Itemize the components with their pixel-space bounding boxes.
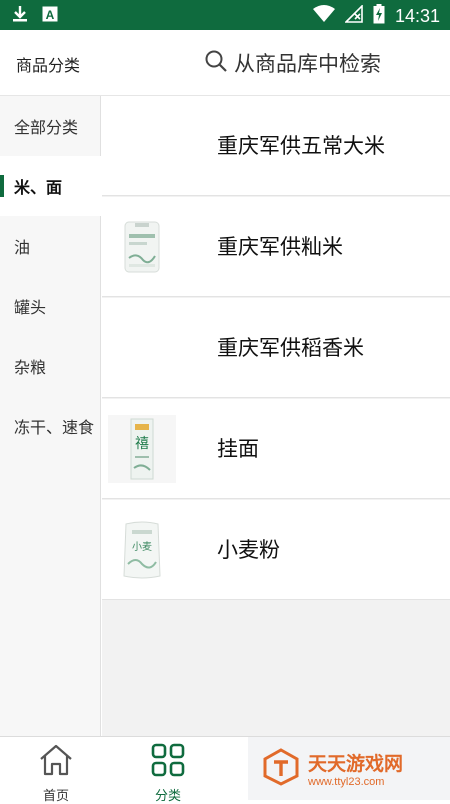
- wifi-icon: [312, 5, 335, 27]
- sidebar-item-grains[interactable]: 杂粮: [0, 336, 101, 396]
- tab-category-label: 分类: [154, 789, 181, 804]
- sidebar-item-oil[interactable]: 油: [0, 216, 101, 276]
- svg-text:小麦: 小麦: [132, 541, 152, 553]
- product-image: [108, 112, 176, 180]
- signal-icon: [344, 4, 363, 27]
- watermark-url: www.ttyl23.com: [308, 776, 385, 788]
- svg-text:A: A: [46, 8, 55, 22]
- category-sidebar: 全部分类 米、面 油 罐头 杂粮 冻干、速食: [0, 96, 101, 736]
- search-input[interactable]: 从商品库中检索: [234, 48, 381, 78]
- product-list: 重庆军供五常大米 重庆军供籼米 重庆军供稻香米 禧 挂面 小麦 小麦粉: [102, 96, 450, 736]
- search-icon: [204, 49, 228, 77]
- watermark-title: 天天游戏网: [308, 753, 404, 775]
- list-item[interactable]: 禧 挂面: [102, 399, 450, 499]
- a-notification-icon: A: [42, 6, 58, 26]
- tab-home[interactable]: 首页: [0, 737, 112, 804]
- sidebar-item-canned[interactable]: 罐头: [0, 276, 101, 336]
- sidebar-item-rice-noodles[interactable]: 米、面: [0, 156, 101, 216]
- product-name: 重庆军供五常大米: [217, 134, 385, 158]
- sidebar-item-all[interactable]: 全部分类: [0, 96, 101, 156]
- svg-text:禧: 禧: [135, 436, 149, 452]
- watermark: 天天游戏网 www.ttyl23.com: [248, 737, 450, 800]
- battery-charging-icon: [373, 4, 385, 28]
- product-name: 挂面: [217, 437, 259, 461]
- list-item[interactable]: 小麦 小麦粉: [102, 500, 450, 600]
- list-item[interactable]: 重庆军供籼米: [102, 197, 450, 297]
- download-icon: [12, 5, 28, 27]
- product-image: 禧: [108, 415, 176, 483]
- watermark-logo-icon: [262, 747, 300, 790]
- status-time: 14:31: [394, 5, 440, 26]
- product-image: [108, 213, 176, 281]
- grid-icon: [151, 743, 185, 781]
- page-title: 商品分类: [16, 56, 81, 75]
- status-bar: A 14:31: [0, 0, 450, 30]
- product-name: 重庆军供籼米: [217, 235, 343, 259]
- tab-home-label: 首页: [42, 789, 69, 804]
- search-bar[interactable]: 从商品库中检索: [204, 46, 392, 80]
- product-image: 小麦: [108, 516, 176, 584]
- list-item[interactable]: 重庆军供五常大米: [102, 96, 450, 196]
- header: 商品分类 从商品库中检索: [0, 30, 450, 96]
- sidebar-item-freeze-dried[interactable]: 冻干、速食: [0, 396, 101, 456]
- product-name: 小麦粉: [217, 538, 280, 562]
- product-name: 重庆军供稻香米: [217, 336, 364, 360]
- list-item[interactable]: 重庆军供稻香米: [102, 298, 450, 398]
- product-image: [108, 314, 176, 382]
- home-icon: [38, 743, 74, 781]
- tab-category[interactable]: 分类: [112, 737, 224, 804]
